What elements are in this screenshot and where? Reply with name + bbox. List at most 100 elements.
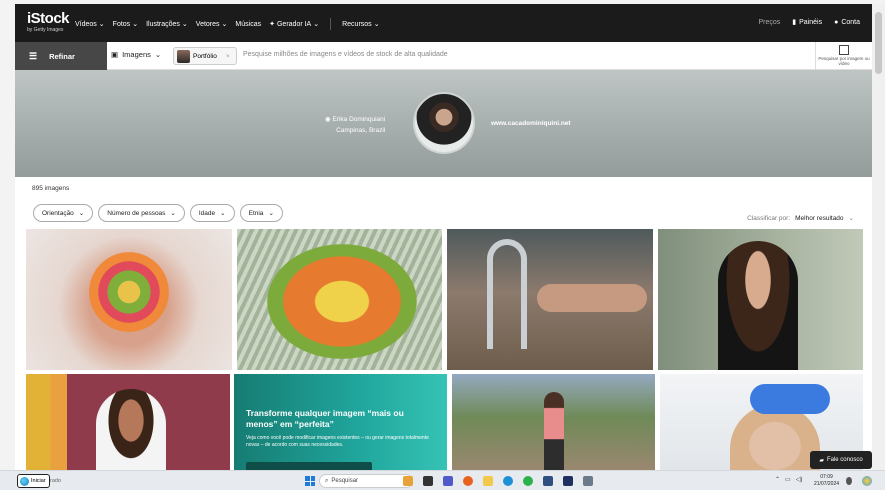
task-view-icon[interactable] — [423, 476, 433, 486]
chevron-up-icon: ⌃ — [775, 477, 781, 483]
nav-item-recursos[interactable]: Recursos ⌄ — [342, 20, 379, 29]
prices-link[interactable]: Preços — [758, 19, 780, 26]
media-type-select[interactable]: ▣ Imagens ⌄ — [111, 50, 161, 59]
glove-shape — [750, 384, 830, 414]
chevron-down-icon: ⌄ — [221, 21, 228, 28]
globe-icon — [20, 476, 29, 486]
promo-body: Veja como você pode modificar imagens ex… — [246, 435, 429, 448]
nav-item-videos[interactable]: Vídeos ⌄ — [75, 20, 105, 29]
visual-search-label: Pesquisar por imagem ou vídeo — [818, 56, 870, 66]
author-name: Erika Dominquiani — [332, 116, 386, 123]
chevron-down-icon: ⌄ — [268, 210, 274, 217]
profile-banner: ◉ Erika Dominquiani Campinas, Brazil www… — [15, 70, 872, 177]
filter-orientation[interactable]: Orientação ⌄ — [33, 204, 94, 222]
nav-label: Recursos — [342, 20, 372, 28]
chevron-down-icon: ⌄ — [220, 210, 226, 217]
windows-icon[interactable] — [305, 476, 315, 486]
close-icon[interactable]: × — [226, 53, 230, 60]
teams-icon[interactable] — [443, 476, 453, 486]
image-tile-girl-headphones[interactable] — [26, 374, 230, 470]
vegetables-shape — [267, 244, 417, 359]
refine-button[interactable]: ☰ Refinar — [15, 42, 107, 70]
promo-title: Transforme qualquer imagem “mais ou meno… — [246, 408, 404, 429]
file-explorer-icon[interactable] — [483, 476, 493, 486]
arm-shape — [537, 284, 647, 312]
nav-item-ilustracoes[interactable]: Ilustrações ⌄ — [146, 20, 188, 29]
sparkle-icon: ✦ — [269, 21, 275, 28]
author-location: Campinas, Brazil — [336, 127, 386, 134]
taskbar-search[interactable]: ⌕ Pesquisar — [319, 474, 413, 488]
volume-icon: ◁) — [795, 477, 803, 483]
logo-sub: by Getty Images — [27, 27, 64, 33]
nav-menu: Vídeos ⌄ Fotos ⌄ Ilustrações ⌄ Vetores ⌄ Mús… — [75, 18, 380, 30]
image-tile-washing-tomato[interactable] — [447, 229, 653, 370]
widget-icon[interactable] — [403, 476, 413, 486]
page-scrollbar[interactable] — [872, 4, 885, 470]
chevron-down-icon: ⌄ — [78, 210, 85, 217]
copilot-icon[interactable] — [862, 476, 872, 486]
promo-card[interactable]: Transforme qualquer imagem “mais ou meno… — [234, 374, 447, 470]
chevron-down-icon: ⌄ — [313, 21, 320, 28]
system-tray[interactable]: ⌃ ▭ ◁) — [775, 476, 802, 483]
nav-item-fotos[interactable]: Fotos ⌄ — [113, 20, 138, 29]
image-tile-woman-portrait[interactable] — [658, 229, 863, 370]
nav-divider — [330, 18, 332, 30]
filter-label: Orientação — [42, 209, 74, 217]
filter-ethnicity[interactable]: Etnia ⌄ — [239, 204, 283, 222]
chat-button[interactable]: ▰ Fale conosco — [810, 451, 872, 469]
visual-search-button[interactable]: Pesquisar por imagem ou vídeo — [815, 42, 872, 70]
clock[interactable]: 07:09 21/07/2024 — [814, 474, 839, 488]
start-label: Iniciar — [31, 478, 46, 484]
sort-value: Melhor resultado — [795, 214, 844, 222]
nav-item-vetores[interactable]: Vetores ⌄ — [196, 20, 228, 29]
vegetables-shape — [86, 249, 172, 335]
nav-item-gerador-ia[interactable]: ✦ Gerador IA ⌄ — [269, 20, 320, 29]
image-tile-vegetable-bowl[interactable] — [237, 229, 442, 370]
filter-label: Idade — [198, 209, 216, 217]
visual-search-icon — [839, 45, 849, 55]
image-tile-vegetables-hands[interactable] — [26, 229, 232, 370]
filter-label: Número de pessoas — [107, 209, 166, 217]
notification-icon[interactable] — [846, 477, 852, 485]
chevron-down-icon: ⌄ — [181, 21, 188, 28]
clock-date: 21/07/2024 — [814, 481, 840, 487]
screen: iStock by Getty Images Vídeos ⌄ Fotos ⌄ Il… — [0, 0, 885, 490]
boards-icon: ▮ — [792, 19, 797, 26]
scroll-thumb[interactable] — [875, 12, 882, 74]
chat-icon: ▰ — [819, 457, 824, 464]
portfolio-chip[interactable]: Portfólio × — [173, 47, 237, 65]
top-nav: iStock by Getty Images Vídeos ⌄ Fotos ⌄ Il… — [15, 4, 872, 42]
account-label: Conta — [841, 18, 860, 26]
lr-icon[interactable] — [543, 476, 553, 486]
istock-logo[interactable]: iStock by Getty Images — [27, 10, 70, 34]
boards-link[interactable]: ▮ Painéis — [792, 18, 822, 26]
nav-item-musicas[interactable]: Músicas — [235, 21, 261, 28]
network-icon: ▭ — [785, 477, 791, 483]
chevron-down-icon: ⌄ — [848, 215, 854, 222]
windows-taskbar: Iniciar rado ⌕ Pesquisar ⌃ ▭ ◁) 07:09 21… — [0, 470, 885, 490]
filter-people[interactable]: Número de pessoas ⌄ — [98, 204, 185, 222]
firefox-icon[interactable] — [463, 476, 473, 486]
filter-bar: Orientação ⌄ Número de pessoas ⌄ Idade ⌄ Et… — [33, 204, 283, 222]
nav-label: Ilustrações — [146, 20, 180, 28]
image-tile-woman-park[interactable] — [452, 374, 655, 470]
clock-time: 07:09 — [820, 474, 833, 480]
nav-label: Músicas — [235, 20, 262, 28]
sort-control[interactable]: Classificar por: Melhor resultado ⌄ — [747, 214, 854, 223]
person-shape — [544, 392, 564, 470]
filter-age[interactable]: Idade ⌄ — [189, 204, 235, 222]
chrome-icon[interactable] — [523, 476, 533, 486]
search-input[interactable]: Pesquise milhões de imagens e vídeos de … — [243, 51, 448, 58]
logo-main: iStock — [27, 10, 70, 27]
author-website[interactable]: www.cacadominiquini.net — [491, 120, 571, 127]
start-button[interactable]: Iniciar — [17, 474, 50, 488]
account-link[interactable]: ● Conta — [834, 19, 860, 26]
chip-label: Portfólio — [193, 52, 217, 60]
promo-button[interactable] — [246, 462, 372, 470]
person-shape — [718, 241, 798, 370]
notepad-icon[interactable] — [583, 476, 593, 486]
ps-icon[interactable] — [563, 476, 573, 486]
sort-label: Classificar por: — [747, 214, 791, 222]
image-icon: ▣ — [111, 50, 119, 59]
edge-icon[interactable] — [503, 476, 513, 486]
